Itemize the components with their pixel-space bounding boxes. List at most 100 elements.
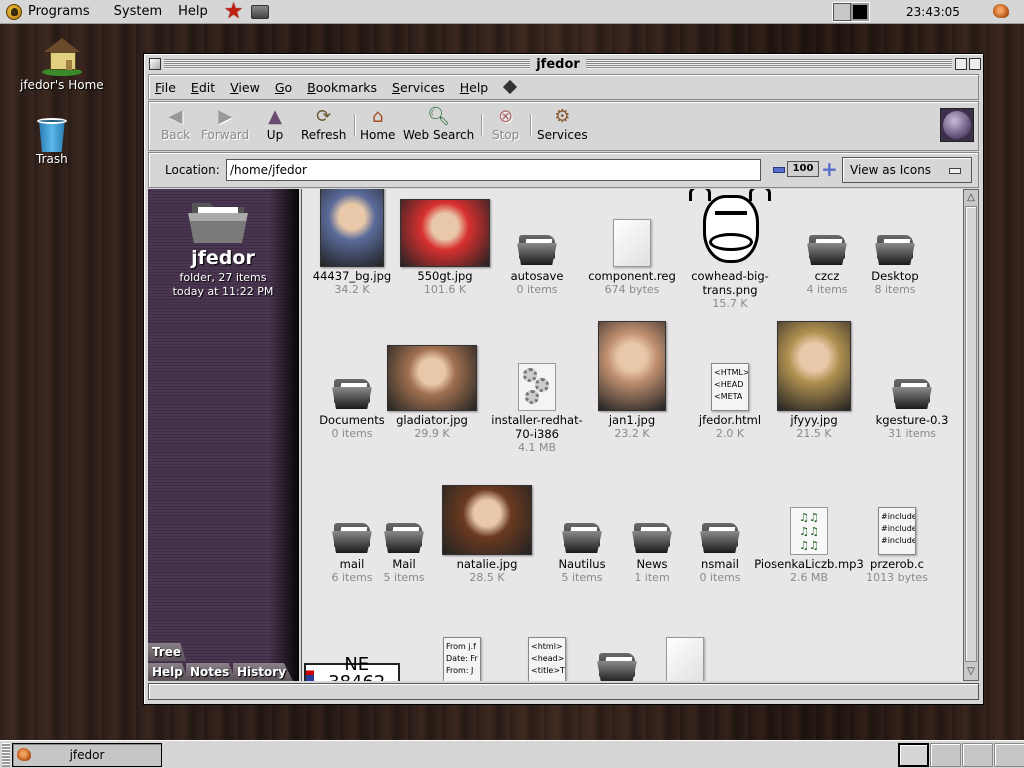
back-arrow-icon: ◀: [168, 105, 183, 127]
menu-edit[interactable]: Edit: [191, 80, 215, 95]
view-as-label: View as Icons: [850, 163, 932, 177]
titlebar[interactable]: jfedor: [146, 56, 982, 72]
folder-icon: [515, 233, 559, 267]
sawfish-snail-icon[interactable]: [993, 4, 1009, 18]
menu-services[interactable]: Services: [392, 80, 445, 95]
sidebar-tab-tree[interactable]: Tree: [148, 643, 186, 661]
zoom-out-button[interactable]: [773, 167, 785, 173]
workspace-2[interactable]: [851, 3, 869, 21]
scroll-up-arrow-icon[interactable]: △: [965, 191, 977, 205]
file-size: 28.5 K: [469, 571, 505, 584]
cowhead-thumbnail: [685, 189, 775, 267]
services-button[interactable]: ⚙ Services: [537, 106, 588, 143]
menu-file[interactable]: File: [155, 80, 176, 95]
file-item[interactable]: #include #include #include przerob.c 1013 by…: [849, 471, 945, 585]
file-item[interactable]: installer-redhat-70-i386 4.1 MB: [489, 327, 585, 455]
workspace-button[interactable]: [898, 743, 929, 767]
file-item[interactable]: autosave 0 items: [489, 189, 585, 297]
services-label: Services: [537, 128, 588, 142]
file-item[interactable]: From j.fDate: FrFrom: Jrejestracje.txt1.…: [414, 601, 510, 681]
programs-menu[interactable]: Programs: [0, 0, 96, 24]
scrollbar-thumb[interactable]: [965, 206, 977, 662]
file-name: Mail: [392, 557, 416, 571]
file-item[interactable]: jfyyy.jpg 21.5 K: [766, 321, 862, 441]
file-size: 8 items: [874, 283, 916, 296]
forward-arrow-icon: ▶: [218, 105, 233, 127]
workspace-pager[interactable]: [832, 2, 870, 22]
workspace-button[interactable]: [962, 743, 993, 767]
file-item[interactable]: NE 38462rejestracja.jpg13.2 K: [304, 601, 400, 681]
taskbar-item[interactable]: jfedor: [12, 743, 162, 767]
sidebar-date: today at 11:22 PM: [172, 285, 274, 298]
web-search-button[interactable]: 🔍︎ Web Search: [403, 106, 474, 143]
toolbar-separator: [354, 114, 356, 136]
panel-handle[interactable]: [2, 743, 10, 767]
file-item[interactable]: 44437_bg.jpg 34.2 K: [304, 189, 400, 297]
forward-button[interactable]: ▶ Forward: [201, 105, 249, 143]
workspace-button[interactable]: [930, 743, 961, 767]
file-name: nsmail: [701, 557, 739, 571]
file-name: jfyyy.jpg: [790, 413, 838, 427]
maximize-button[interactable]: [969, 58, 982, 70]
location-input[interactable]: [226, 159, 761, 181]
file-item[interactable]: Mail 5 items: [356, 471, 452, 585]
desktop-icon-home[interactable]: jfedor's Home: [20, 36, 104, 92]
menu-help[interactable]: Help: [460, 80, 489, 95]
scroll-down-arrow-icon[interactable]: ▽: [965, 665, 977, 679]
file-name: Documents: [319, 413, 385, 427]
help-menu[interactable]: Help: [172, 0, 214, 24]
text-file-icon: From j.f Date: Fr From: J: [443, 637, 481, 681]
window-menu-button[interactable]: [149, 58, 161, 70]
zoom-level[interactable]: 100: [787, 161, 819, 177]
image-thumbnail: [320, 189, 384, 267]
menu-bookmarks[interactable]: Bookmarks: [307, 80, 377, 95]
file-item[interactable]: natalie.jpg 28.5 K: [439, 471, 535, 585]
file-item[interactable]: cowhead-big-trans.png 15.7 K: [682, 189, 778, 311]
workspace-button[interactable]: [994, 743, 1024, 767]
home-label: Home: [360, 128, 396, 142]
desktop-icon-trash[interactable]: Trash: [36, 116, 68, 166]
folder-icon: [382, 521, 426, 555]
file-item[interactable]: ♫♫ ♫♫ ♫♫ PiosenkaLiczb.mp3 2.6 MB: [754, 471, 864, 585]
icon-view[interactable]: 44437_bg.jpg 34.2 K 550gt.jpg 101.6 Kautosa…: [301, 189, 964, 681]
vertical-scrollbar[interactable]: △ ▽: [963, 189, 979, 681]
file-name: 44437_bg.jpg: [312, 269, 392, 283]
file-item[interactable]: component.reg 674 bytes: [584, 189, 680, 297]
refresh-button[interactable]: ⟳ Refresh: [301, 106, 346, 143]
star-launcher-icon[interactable]: ★: [224, 0, 244, 24]
image-thumbnail: [777, 321, 851, 411]
file-size: 0 items: [699, 571, 741, 584]
workspace-1[interactable]: [833, 3, 851, 21]
file-name: News: [636, 557, 668, 571]
file-size: 23.2 K: [614, 427, 650, 440]
stop-button[interactable]: ⊗ Stop: [492, 106, 519, 143]
file-item[interactable]: zz.rtf7.7 K: [637, 601, 733, 681]
sidebar-tab-notes[interactable]: Notes: [186, 663, 236, 681]
file-item[interactable]: Desktop 8 items: [847, 189, 943, 297]
menu-go[interactable]: Go: [275, 80, 292, 95]
zoom-in-button[interactable]: +: [821, 159, 838, 179]
home-button[interactable]: ⌂ Home: [360, 106, 396, 143]
file-name: component.reg: [588, 269, 676, 283]
system-menu[interactable]: System: [108, 0, 168, 24]
up-button[interactable]: ▲ Up: [263, 106, 287, 143]
file-item[interactable]: jan1.jpg 23.2 K: [584, 321, 680, 441]
menu-view[interactable]: View: [230, 80, 260, 95]
document-icon: [666, 637, 704, 681]
eazel-diamond-icon[interactable]: [503, 79, 518, 95]
file-size: 674 bytes: [604, 283, 660, 296]
terminal-launcher-icon[interactable]: [251, 4, 270, 19]
file-name: 550gt.jpg: [417, 269, 473, 283]
back-button[interactable]: ◀ Back: [161, 105, 190, 143]
file-item[interactable]: <HTML> <HEAD <META jfedor.html 2.0 K: [682, 327, 778, 441]
up-label: Up: [266, 128, 284, 142]
workspace-switcher[interactable]: [898, 743, 1024, 767]
file-item[interactable]: kgesture-0.3 31 items: [864, 327, 960, 441]
iconify-button[interactable]: [955, 58, 968, 70]
sidebar-tab-history[interactable]: History: [233, 663, 293, 681]
file-item[interactable]: 550gt.jpg 101.6 K: [397, 189, 493, 297]
sidebar-tab-help[interactable]: Help: [148, 663, 188, 681]
file-item[interactable]: gladiator.jpg 29.9 K: [384, 327, 480, 441]
view-as-select[interactable]: View as Icons: [842, 157, 972, 183]
file-size: 34.2 K: [334, 283, 370, 296]
